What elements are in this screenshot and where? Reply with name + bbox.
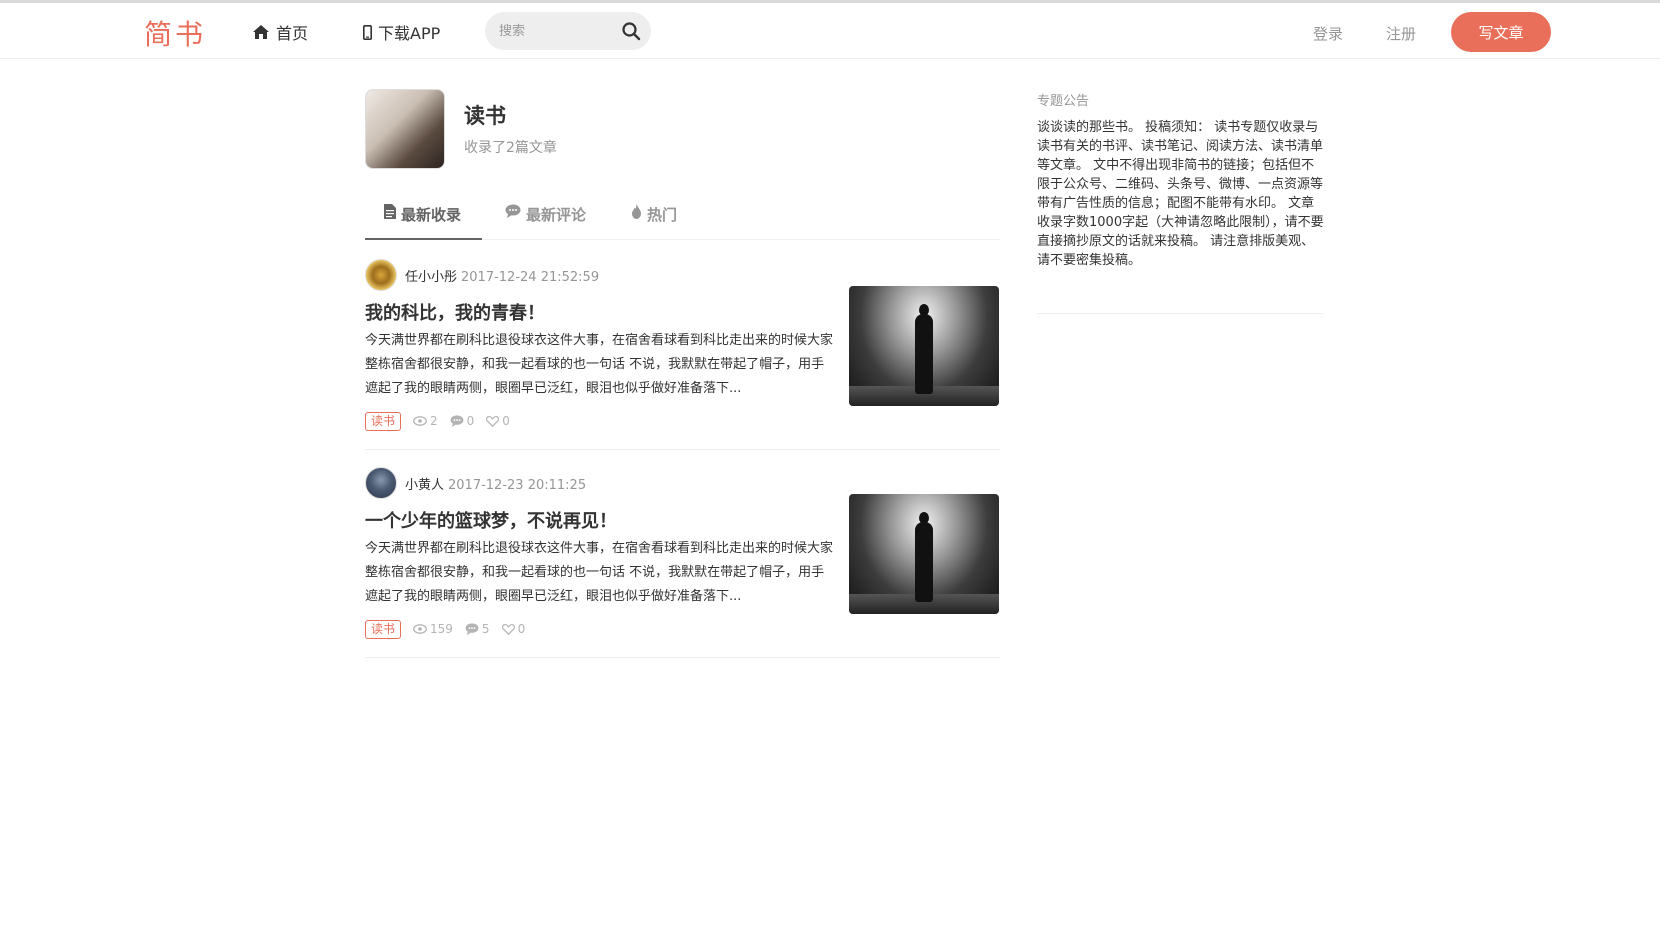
tab-comments-label: 最新评论	[526, 206, 587, 224]
tab-hot-label: 热门	[647, 206, 678, 224]
fire-icon	[632, 204, 641, 219]
author-name[interactable]: 小黄人	[405, 478, 444, 493]
article-thumbnail[interactable]	[849, 494, 999, 614]
author-avatar[interactable]	[365, 467, 397, 499]
views-count: 159	[430, 622, 453, 636]
comments-count: 5	[481, 622, 490, 636]
register-link[interactable]: 注册	[1386, 23, 1416, 44]
document-icon	[384, 204, 396, 219]
notice-title: 专题公告	[1037, 94, 1090, 109]
article-item: 小黄人 2017-12-23 20:11:25 一个少年的篮球梦，不说再见！ 今天…	[365, 453, 1000, 658]
logo[interactable]: 简书	[144, 13, 206, 53]
tab-hot[interactable]: 热门	[631, 204, 677, 240]
article-title[interactable]: 我的科比，我的青春！	[365, 299, 545, 325]
eye-icon	[413, 624, 427, 634]
comments-stat[interactable]: 5	[465, 622, 490, 636]
phone-icon	[363, 24, 372, 40]
search-icon[interactable]	[621, 21, 641, 41]
article-item: 任小小彤 2017-12-24 21:52:59 我的科比，我的青春！ 今天满世界…	[365, 245, 1000, 450]
publish-time: 2017-12-24 21:52:59	[461, 270, 600, 285]
navbar: 简书 首页 下载APP 登录 注册 写文章	[0, 3, 1660, 59]
nav-home-label: 首页	[276, 24, 309, 43]
write-article-button[interactable]: 写文章	[1451, 12, 1551, 52]
search-input[interactable]	[499, 21, 609, 41]
comment-icon	[450, 415, 464, 427]
article-title[interactable]: 一个少年的篮球梦，不说再见！	[365, 507, 617, 533]
likes-count: 0	[517, 622, 526, 636]
sidebar-divider	[1037, 313, 1324, 314]
collection-title: 读书	[464, 104, 506, 128]
article-stats: 读书 159 5 0	[365, 619, 537, 639]
article-thumbnail[interactable]	[849, 286, 999, 406]
views-stat: 2	[413, 414, 438, 428]
home-icon	[253, 25, 269, 39]
nav-download-app[interactable]: 下载APP	[363, 20, 440, 44]
author-avatar[interactable]	[365, 259, 397, 291]
nav-home[interactable]: 首页	[252, 20, 308, 44]
likes-stat: 0	[501, 622, 526, 636]
collection-tag[interactable]: 读书	[365, 619, 402, 639]
collection-cover	[365, 89, 445, 169]
tab-latest-comments[interactable]: 最新评论	[505, 204, 586, 240]
nav-app-label: 下载APP	[378, 24, 441, 43]
collection-info: 收录了2篇文章	[464, 140, 557, 156]
article-meta: 任小小彤 2017-12-24 21:52:59	[405, 266, 599, 285]
comment-icon	[465, 623, 479, 635]
search-box	[485, 12, 651, 50]
heart-icon	[486, 415, 500, 427]
article-abstract: 今天满世界都在刷科比退役球衣这件大事，在宿舍看球看到科比走出来的时候大家整栋宿舍…	[365, 333, 834, 396]
comments-stat[interactable]: 0	[450, 414, 475, 428]
heart-icon	[501, 623, 515, 635]
login-link[interactable]: 登录	[1313, 23, 1343, 44]
notice-body: 谈谈读的那些书。 投稿须知： 读书专题仅收录与读书有关的书评、读书笔记、阅读方法…	[1037, 120, 1324, 268]
article-abstract: 今天满世界都在刷科比退役球衣这件大事，在宿舍看球看到科比走出来的时候大家整栋宿舍…	[365, 541, 834, 604]
article-stats: 读书 2 0 0	[365, 411, 522, 431]
comments-count: 0	[466, 414, 475, 428]
likes-stat: 0	[486, 414, 510, 428]
publish-time: 2017-12-23 20:11:25	[448, 478, 587, 493]
article-meta: 小黄人 2017-12-23 20:11:25	[405, 474, 586, 493]
thumbnail-figure	[915, 522, 933, 602]
views-count: 2	[430, 414, 438, 428]
collection-tag[interactable]: 读书	[365, 411, 402, 431]
eye-icon	[413, 416, 427, 426]
views-stat: 159	[413, 622, 453, 636]
likes-count: 0	[502, 414, 510, 428]
author-name[interactable]: 任小小彤	[405, 270, 457, 285]
tab-latest-label: 最新收录	[401, 206, 462, 224]
thumbnail-figure	[915, 314, 933, 394]
collection-tabs: 最新收录 最新评论 热门	[365, 198, 1000, 240]
tab-latest[interactable]: 最新收录	[365, 204, 482, 240]
comment-icon	[505, 204, 521, 218]
